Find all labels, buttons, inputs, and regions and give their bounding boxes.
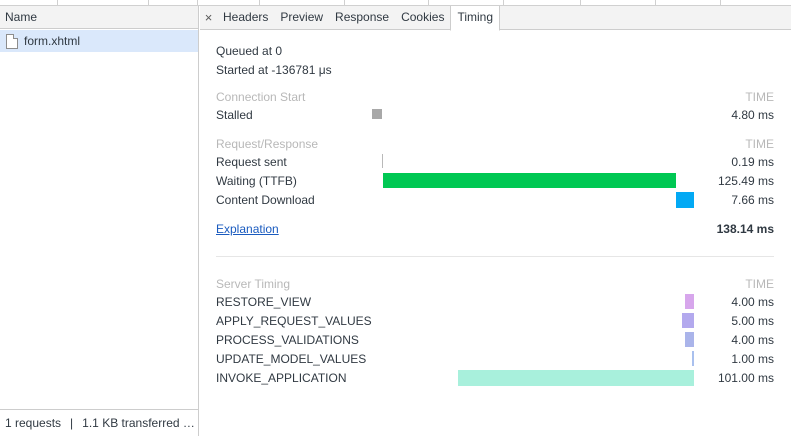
invoke-application-bar — [458, 370, 694, 386]
timing-value: 5.00 ms — [731, 314, 774, 328]
restore-view-bar — [685, 294, 694, 309]
timing-row-stalled: Stalled 4.80 ms — [216, 106, 774, 124]
process-validations-bar — [685, 332, 694, 347]
connection-section-title: Connection Start — [216, 90, 306, 104]
server-timing-row: UPDATE_MODEL_VALUES 1.00 ms — [216, 350, 774, 368]
time-column-header: TIME — [745, 277, 774, 291]
close-icon[interactable]: × — [200, 6, 217, 29]
timing-value: 7.66 ms — [731, 193, 774, 207]
detail-tabbar: × Headers Preview Response Cookies Timin… — [200, 6, 791, 31]
request-file-name: form.xhtml — [24, 34, 81, 48]
timing-label: RESTORE_VIEW — [216, 295, 312, 309]
started-at: Started at -136781 μs — [216, 63, 332, 77]
timing-label: Stalled — [216, 108, 253, 122]
time-column-header: TIME — [745, 137, 774, 151]
timing-row-content-download: Content Download 7.66 ms — [216, 191, 774, 209]
total-time: 138.14 ms — [716, 222, 774, 236]
timing-value: 4.00 ms — [731, 295, 774, 309]
timing-value: 125.49 ms — [717, 174, 774, 188]
timing-value: 0.19 ms — [731, 155, 774, 169]
request-section-header: Request/Response TIME — [216, 135, 774, 153]
server-timing-row: INVOKE_APPLICATION 101.00 ms — [216, 369, 774, 387]
timing-label: Waiting (TTFB) — [216, 174, 297, 188]
started-row: Started at -136781 μs — [216, 61, 774, 79]
connection-section-header: Connection Start TIME — [216, 88, 774, 106]
timing-label: INVOKE_APPLICATION — [216, 371, 347, 385]
request-sent-bar — [382, 154, 383, 168]
timing-label: UPDATE_MODEL_VALUES — [216, 352, 367, 366]
section-divider — [216, 256, 774, 257]
timing-value: 4.80 ms — [731, 108, 774, 122]
server-timing-row: APPLY_REQUEST_VALUES 5.00 ms — [216, 312, 774, 330]
tab-cookies[interactable]: Cookies — [395, 6, 450, 29]
tab-preview[interactable]: Preview — [274, 6, 329, 29]
stalled-bar — [372, 109, 382, 119]
explanation-link[interactable]: Explanation — [216, 220, 279, 238]
server-timing-row: RESTORE_VIEW 4.00 ms — [216, 293, 774, 311]
request-count: 1 requests — [5, 416, 62, 430]
queued-at: Queued at 0 — [216, 44, 283, 58]
timing-label: APPLY_REQUEST_VALUES — [216, 314, 372, 328]
timing-value: 4.00 ms — [731, 333, 774, 347]
explanation-row: Explanation 138.14 ms — [216, 220, 774, 238]
timing-row-waiting: Waiting (TTFB) 125.49 ms — [216, 172, 774, 190]
timing-value: 1.00 ms — [731, 352, 774, 366]
content-download-bar — [676, 192, 694, 208]
timing-value: 101.00 ms — [717, 371, 774, 385]
status-separator: | — [70, 416, 74, 430]
transferred-size: 1.1 KB transferred … — [82, 416, 195, 430]
timing-row-request-sent: Request sent 0.19 ms — [216, 153, 774, 171]
apply-request-values-bar — [682, 313, 694, 328]
name-column-header[interactable]: Name — [0, 6, 198, 29]
timing-label: Request sent — [216, 155, 287, 169]
tab-headers[interactable]: Headers — [217, 6, 274, 29]
status-bar: 1 requests | 1.1 KB transferred … — [0, 409, 198, 436]
timing-label: PROCESS_VALIDATIONS — [216, 333, 359, 347]
timing-panel: Queued at 0 Started at -136781 μs Connec… — [216, 30, 774, 410]
waiting-ttfb-bar — [383, 173, 676, 188]
tab-response[interactable]: Response — [329, 6, 395, 29]
request-list-pane: Name form.xhtml 1 requests | 1.1 KB transf… — [0, 6, 199, 436]
server-timing-title: Server Timing — [216, 277, 291, 291]
request-section-title: Request/Response — [216, 137, 319, 151]
queued-row: Queued at 0 — [216, 42, 774, 60]
tab-timing[interactable]: Timing — [450, 6, 501, 31]
document-icon — [6, 33, 18, 49]
request-detail-pane: × Headers Preview Response Cookies Timin… — [200, 6, 791, 436]
timing-label: Content Download — [216, 193, 315, 207]
request-row-form-xhtml[interactable]: form.xhtml — [0, 30, 198, 52]
update-model-values-bar — [692, 351, 694, 366]
time-column-header: TIME — [745, 90, 774, 104]
server-timing-row: PROCESS_VALIDATIONS 4.00 ms — [216, 331, 774, 349]
server-timing-section-header: Server Timing TIME — [216, 275, 774, 293]
